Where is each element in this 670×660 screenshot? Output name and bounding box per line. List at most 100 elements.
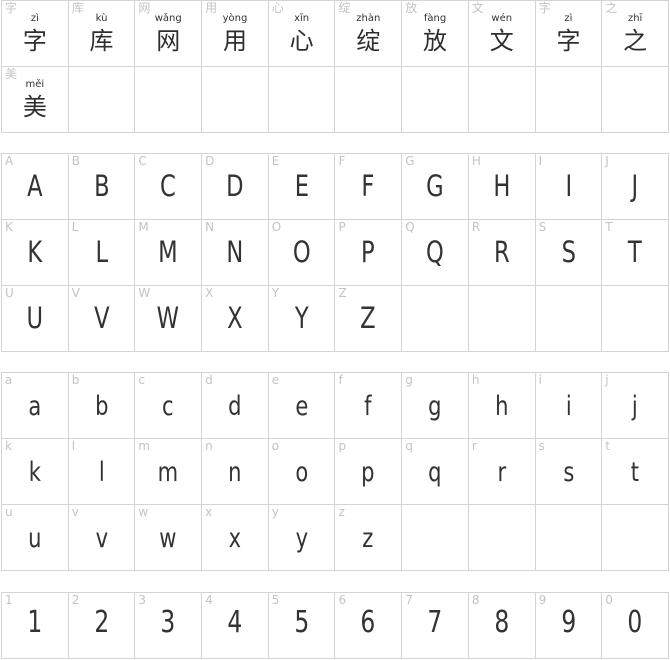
glyph-cell: tt [602, 439, 669, 505]
glyph-cell: SS [535, 220, 603, 286]
glyph-sample: F [361, 169, 375, 203]
reference-char: L [71, 220, 79, 234]
glyph-cell: rr [468, 439, 536, 505]
reference-char: C [138, 154, 147, 168]
glyph-cell: VV [68, 286, 136, 352]
glyph-cell: LL [68, 220, 136, 286]
reference-char: K [5, 220, 13, 234]
glyph-sample: U [26, 301, 44, 335]
glyph-sample: z [362, 523, 374, 554]
glyph-sample: X [227, 301, 243, 335]
glyph-cell: 88 [468, 593, 536, 659]
reference-char: U [5, 286, 14, 300]
reference-char: G [405, 154, 415, 168]
glyph-sample: Q [426, 235, 444, 269]
reference-char: c [138, 373, 145, 387]
reference-char: V [71, 286, 80, 300]
reference-char: M [138, 220, 149, 234]
glyph-cell: hh [468, 373, 536, 439]
glyph-cell: GG [402, 154, 469, 220]
glyph-cell: pp [335, 439, 403, 505]
glyph-sample: q [428, 457, 442, 488]
glyph-sample: x [228, 523, 242, 554]
glyph-sample: g [428, 391, 442, 422]
hanzi-cell: 之 zhī 之 [602, 1, 669, 67]
glyph-cell: 77 [402, 593, 469, 659]
glyph-cell: FF [335, 154, 403, 220]
glyph-cell: aa [2, 373, 69, 439]
reference-char: x [205, 505, 213, 519]
glyph-cell: 11 [2, 593, 69, 659]
glyph-sample: n [228, 457, 242, 488]
glyph-cell: jj [602, 373, 669, 439]
glyph-cell: qq [402, 439, 469, 505]
empty-cell [402, 286, 469, 352]
reference-char: l [71, 439, 76, 453]
pinyin-label: kù [95, 13, 108, 24]
pinyin-label: zhàn [356, 13, 381, 24]
glyph-sample: C [160, 169, 177, 203]
reference-char: a [5, 373, 13, 387]
glyph-sample: B [93, 169, 110, 203]
pinyin-label: měi [25, 79, 45, 90]
glyph-sample: K [27, 235, 43, 269]
reference-char: n [205, 439, 213, 453]
glyph-cell: 33 [135, 593, 203, 659]
reference-char: u [5, 505, 13, 519]
hanzi-glyph: 用 [222, 27, 247, 55]
glyph-cell: EE [268, 154, 336, 220]
glyph-sample: d [228, 391, 242, 422]
glyph-cell: AA [2, 154, 69, 220]
pinyin-label: yòng [222, 13, 248, 24]
glyph-sample: 1 [27, 605, 43, 640]
glyph-cell: xx [202, 505, 269, 571]
reference-char: E [271, 154, 280, 168]
empty-cell [535, 286, 603, 352]
empty-cell [602, 67, 669, 133]
glyph-cell: dd [202, 373, 269, 439]
reference-char: t [605, 439, 611, 453]
glyph-sample: 9 [560, 605, 576, 640]
glyph-sample: 8 [494, 605, 510, 640]
glyph-sample: 7 [427, 605, 443, 640]
hanzi-cell: 网 wǎng 网 [135, 1, 203, 67]
glyph-cell: ww [135, 505, 203, 571]
glyph-sample: L [95, 235, 108, 269]
empty-cell [202, 67, 269, 133]
pinyin-label: xīn [294, 13, 310, 24]
pinyin-label: fàng [423, 13, 447, 24]
glyph-cell: WW [135, 286, 203, 352]
glyph-cell: vv [68, 505, 136, 571]
empty-cell [68, 67, 136, 133]
digit-grid: 11223344556677889900 [1, 592, 669, 659]
hanzi-glyph: 文 [489, 27, 514, 55]
glyph-sample: A [27, 169, 43, 203]
hanzi-glyph: 之 [623, 27, 648, 55]
reference-char: v [71, 505, 79, 519]
glyph-cell: nn [202, 439, 269, 505]
glyph-cell: kk [2, 439, 69, 505]
glyph-sample: b [94, 391, 109, 422]
glyph-sample: r [497, 457, 507, 488]
reference-char: D [205, 154, 215, 168]
hanzi-cell: 心 xīn 心 [268, 1, 336, 67]
pinyin-label: wén [491, 13, 513, 24]
glyph-cell: mm [135, 439, 203, 505]
reference-char: g [405, 373, 413, 387]
empty-cell [268, 67, 336, 133]
reference-char: X [205, 286, 214, 300]
empty-cell [135, 67, 203, 133]
reference-char: f [338, 373, 343, 387]
reference-char: j [605, 373, 609, 387]
uppercase-grid: AABBCCDDEEFFGGHHIIJJKKLLMMNNOOPPQQRRSSTT… [1, 153, 669, 352]
glyph-sample: E [294, 169, 309, 203]
reference-char: P [338, 220, 346, 234]
hanzi-glyph: 字 [556, 27, 581, 55]
hanzi-glyph: 美 [22, 93, 47, 121]
glyph-cell: 55 [268, 593, 336, 659]
glyph-sample: 5 [294, 605, 310, 640]
hanzi-cell: 放 fàng 放 [402, 1, 469, 67]
glyph-cell: yy [268, 505, 336, 571]
glyph-sample: l [98, 457, 105, 488]
glyph-sample: a [28, 391, 42, 422]
